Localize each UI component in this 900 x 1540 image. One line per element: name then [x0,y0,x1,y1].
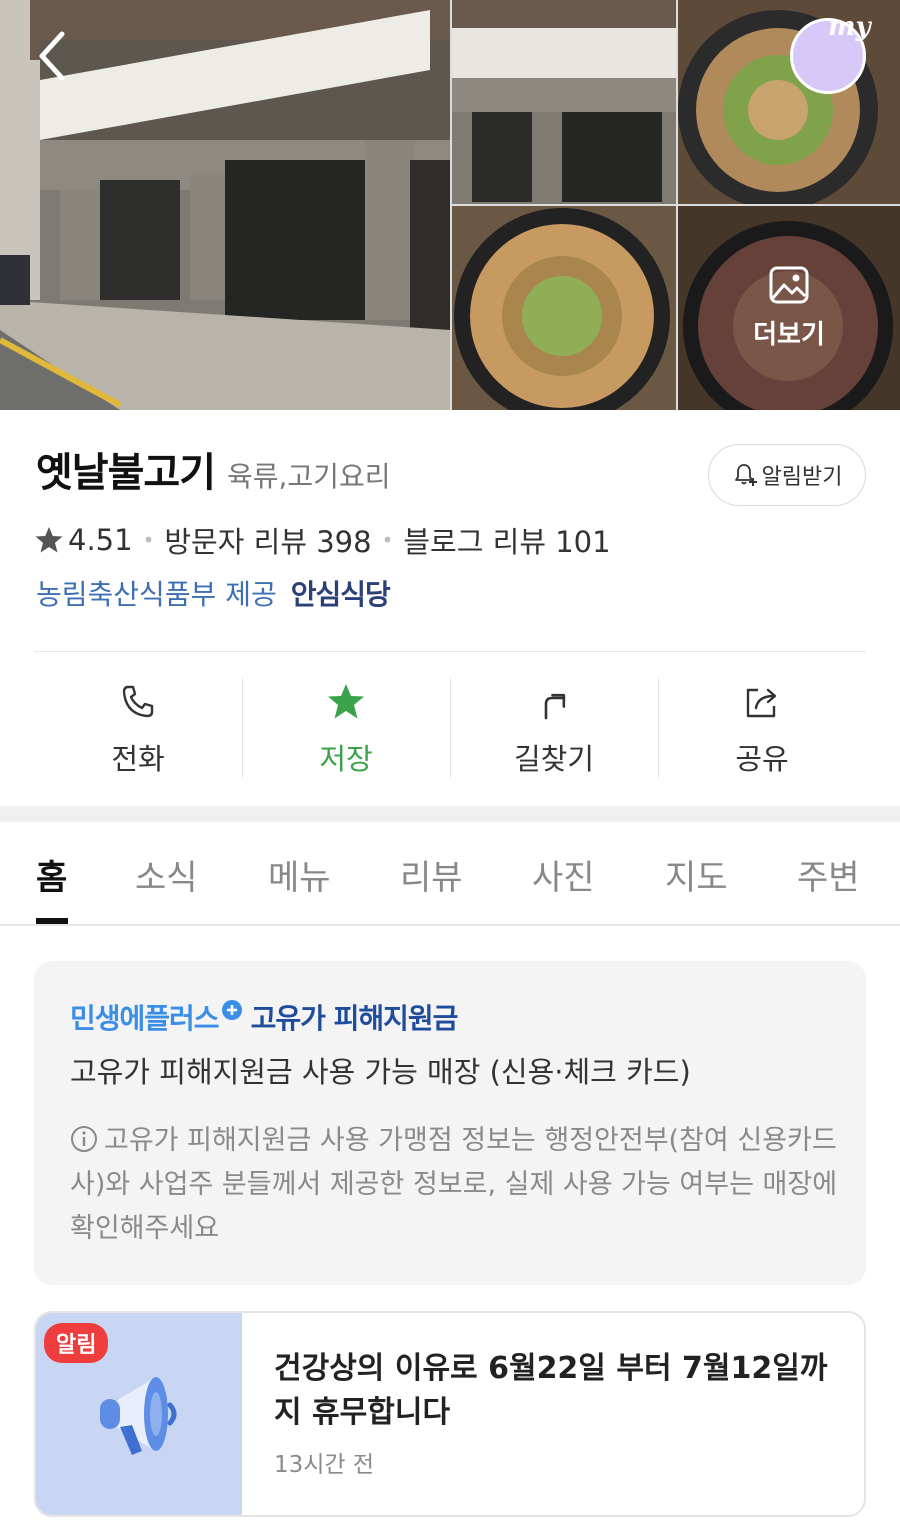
tab-bar: 홈 소식 메뉴 리뷰 사진 지도 주변 [0,822,900,926]
cert-provider: 농림축산식품부 제공 [36,578,277,611]
active-tab-indicator [36,918,68,924]
support-note: 고유가 피해지원금 사용 가맹점 정보는 행정안전부(참여 신용카드사)와 사업… [70,1119,840,1251]
tab-reviews[interactable]: 리뷰 [400,850,463,899]
blog-reviews-link[interactable]: 블로그 리뷰 101 [403,519,610,561]
call-label: 전화 [111,742,165,776]
alert-label: 알림받기 [761,465,843,490]
more-photos-button[interactable]: 더보기 [678,206,900,410]
back-arrow-icon[interactable] [30,28,74,84]
dish-photo-2[interactable] [452,206,676,410]
more-photos-label: 더보기 [753,319,825,350]
certification-row[interactable]: 농림축산식품부 제공 안심식당 [36,570,391,616]
share-label: 공유 [735,742,789,776]
separator-dot: • [142,528,155,552]
safe-restaurant-badge: 안심식당 [290,578,391,611]
plus-circle-icon [221,1000,242,1020]
directions-label: 길찾기 [513,742,595,776]
support-fund-card: 민생에플러스 고유가 피해지원금 고유가 피해지원금 사용 가능 매장 (신용·… [34,961,866,1285]
phone-icon [122,685,154,718]
divider [34,651,866,652]
notice-card[interactable]: 알림 건강상의 이유로 6월22일 부터 7월12일까지 휴무합니다 13시간 … [34,1311,866,1517]
tab-nearby[interactable]: 주변 [797,850,860,899]
info-icon [71,1126,97,1152]
save-button[interactable]: 저장 [242,678,450,778]
notice-badge: 알림 [44,1323,109,1363]
image-icon [769,266,809,303]
share-icon [746,688,777,718]
directions-icon [544,693,566,720]
program-name: 고유가 피해지원금 [250,1002,459,1035]
notice-time: 13시간 전 [274,1452,375,1478]
tab-news[interactable]: 소식 [135,850,198,899]
notice-text: 건강상의 이유로 6월22일 부터 7월12일까지 휴무합니다 [274,1351,828,1430]
place-category: 육류,고기요리 [227,460,391,493]
save-label: 저장 [319,742,373,776]
subscribe-alert-button[interactable]: 알림받기 [708,444,866,506]
tab-home[interactable]: 홈 [36,850,67,899]
call-button[interactable]: 전화 [34,678,242,778]
star-icon [35,527,63,553]
notice-thumbnail: 알림 [36,1313,242,1515]
visitor-reviews-link[interactable]: 방문자 리뷰 398 [164,519,371,561]
photo-gallery: 더보기 my [0,0,900,410]
separator-dot: • [381,528,394,552]
support-note-text: 고유가 피해지원금 사용 가맹점 정보는 행정안전부(참여 신용카드사)와 사업… [70,1125,838,1244]
support-title: 민생에플러스 고유가 피해지원금 [70,997,459,1037]
restaurant-sign-photo[interactable] [452,0,676,204]
place-name: 옛날불고기 [36,450,216,496]
my-label: my [828,12,871,42]
rating-row: 4.51 • 방문자 리뷰 398 • 블로그 리뷰 101 [34,518,611,562]
tab-menu[interactable]: 메뉴 [268,850,331,899]
section-divider [0,806,900,822]
brand-logo-text: 민생에플러스 [70,1002,220,1035]
bell-plus-icon [734,464,757,486]
megaphone-icon [100,1377,177,1455]
star-icon [328,684,364,719]
action-bar: 전화 저장 길찾기 공유 [34,678,866,778]
directions-button[interactable]: 길찾기 [450,678,658,778]
tab-map[interactable]: 지도 [665,850,728,899]
place-title-row: 옛날불고기 육류,고기요리 [36,440,390,496]
rating-value: 4.51 [68,523,133,557]
support-description: 고유가 피해지원금 사용 가능 매장 (신용·체크 카드) [70,1055,691,1089]
share-button[interactable]: 공유 [658,678,866,778]
tab-photos[interactable]: 사진 [532,850,595,899]
